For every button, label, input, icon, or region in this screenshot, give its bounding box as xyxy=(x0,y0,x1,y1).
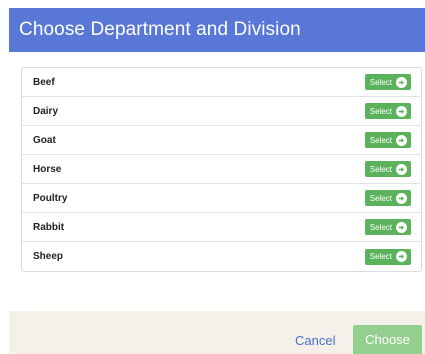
dialog-footer: Cancel Choose xyxy=(9,311,425,354)
select-button-label: Select xyxy=(369,77,392,87)
arrow-circle-right-icon xyxy=(396,192,407,204)
select-button-label: Select xyxy=(369,222,392,232)
choose-button[interactable]: Choose xyxy=(353,325,422,354)
list-item-sheep: Sheep Select xyxy=(22,242,421,271)
department-label: Horse xyxy=(33,163,62,175)
department-label: Sheep xyxy=(33,251,64,262)
list-item-goat: Goat Select xyxy=(22,126,421,155)
arrow-circle-right-icon xyxy=(396,76,407,88)
list-item-horse: Horse Select xyxy=(22,155,421,184)
department-label: Dairy xyxy=(33,105,59,117)
dialog-title: Choose Department and Division xyxy=(19,19,301,40)
department-list: Beef Select Dairy Select Goat Select Hor… xyxy=(21,67,422,272)
arrow-circle-right-icon xyxy=(396,134,407,146)
list-item-dairy: Dairy Select xyxy=(22,97,421,126)
select-beef-button[interactable]: Select xyxy=(364,74,411,90)
select-button-label: Select xyxy=(369,193,392,203)
department-label: Poultry xyxy=(33,192,68,204)
select-horse-button[interactable]: Select xyxy=(364,161,411,177)
department-label: Beef xyxy=(33,76,55,88)
select-button-label: Select xyxy=(369,135,392,145)
arrow-circle-right-icon xyxy=(396,105,407,117)
list-item-beef: Beef Select xyxy=(22,68,421,97)
select-poultry-button[interactable]: Select xyxy=(364,190,411,206)
list-item-rabbit: Rabbit Select xyxy=(22,213,421,242)
select-goat-button[interactable]: Select xyxy=(364,132,411,148)
dialog-header: Choose Department and Division xyxy=(9,8,425,52)
select-sheep-button[interactable]: Select xyxy=(364,248,411,265)
department-label: Goat xyxy=(33,134,56,146)
arrow-circle-right-icon xyxy=(396,251,407,262)
cancel-button[interactable]: Cancel xyxy=(295,333,335,348)
choose-department-dialog: Choose Department and Division Beef Sele… xyxy=(0,0,425,354)
department-label: Rabbit xyxy=(33,221,65,233)
select-button-label: Select xyxy=(369,106,392,116)
select-button-label: Select xyxy=(369,164,392,174)
list-item-poultry: Poultry Select xyxy=(22,184,421,213)
select-button-label: Select xyxy=(369,252,392,261)
select-rabbit-button[interactable]: Select xyxy=(364,219,411,235)
arrow-circle-right-icon xyxy=(396,221,407,233)
arrow-circle-right-icon xyxy=(396,163,407,175)
select-dairy-button[interactable]: Select xyxy=(364,103,411,119)
